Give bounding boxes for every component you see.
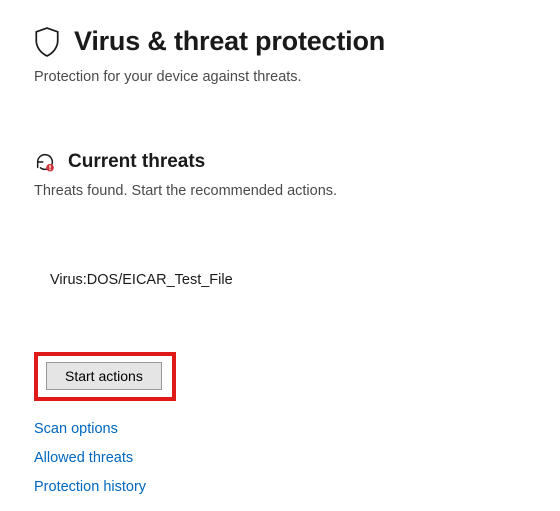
link-list: Scan options Allowed threats Protection … [34,421,526,495]
page-subtitle: Protection for your device against threa… [34,67,526,87]
section-header: Current threats [34,151,526,173]
section-title: Current threats [68,151,205,173]
history-alert-icon [34,151,56,173]
page-header: Virus & threat protection [34,26,526,57]
threat-item: Virus:DOS/EICAR_Test_File [34,272,526,288]
current-threats-section: Current threats Threats found. Start the… [34,151,526,494]
allowed-threats-link[interactable]: Allowed threats [34,450,526,466]
start-actions-button[interactable]: Start actions [46,362,162,390]
protection-history-link[interactable]: Protection history [34,479,526,495]
page-title: Virus & threat protection [74,26,385,57]
actions: Start actions Scan options Allowed threa… [34,352,526,495]
highlight-box: Start actions [34,352,176,401]
shield-icon [34,27,60,57]
section-subtitle: Threats found. Start the recommended act… [34,181,526,201]
scan-options-link[interactable]: Scan options [34,421,526,437]
